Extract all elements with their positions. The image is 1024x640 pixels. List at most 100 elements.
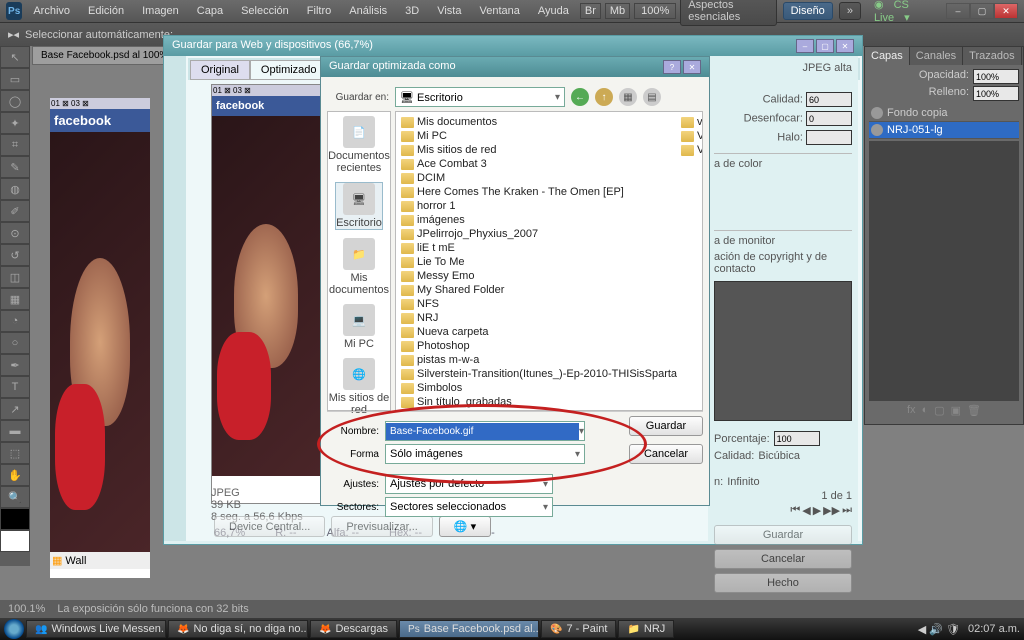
minibridge-icon[interactable]: Mb	[605, 3, 630, 19]
task-item[interactable]: Ps Base Facebook.psd al...	[399, 620, 539, 638]
menu-edicion[interactable]: Edición	[81, 3, 131, 19]
file-item[interactable]: Photoshop	[399, 339, 679, 353]
file-item[interactable]: Silverstein-Transition(Itunes_)-Ep-2010-…	[399, 367, 679, 381]
move-tool[interactable]: ↖	[0, 46, 30, 68]
menu-vista[interactable]: Vista	[430, 3, 468, 19]
crop-tool[interactable]: ⌗	[0, 134, 30, 156]
file-item[interactable]: JPelirrojo_Phyxius_2007	[399, 227, 679, 241]
minimize-button[interactable]: –	[946, 3, 970, 19]
menu-archivo[interactable]: Archivo	[26, 3, 77, 19]
fg-color[interactable]	[0, 508, 30, 530]
save-titlebar[interactable]: Guardar optimizada como ? ✕	[321, 57, 709, 77]
menu-filtro[interactable]: Filtro	[300, 3, 338, 19]
prev-icon[interactable]: ◀	[802, 504, 810, 517]
eyedropper-tool[interactable]: ✎	[0, 156, 30, 178]
zoom-tool[interactable]: 🔍	[0, 486, 30, 508]
sfw-done-button[interactable]: Hecho	[714, 573, 852, 593]
place-desktop[interactable]: 🖥Escritorio	[335, 182, 383, 230]
eye-icon[interactable]	[871, 124, 883, 136]
file-item[interactable]: liE t mE	[399, 241, 679, 255]
last-icon[interactable]: ⏭	[842, 504, 852, 517]
file-item[interactable]: Simbolos	[399, 381, 679, 395]
file-item[interactable]: imágenes	[399, 213, 679, 227]
halo-input[interactable]	[806, 130, 852, 145]
marquee-tool[interactable]: ▭	[0, 68, 30, 90]
zoom-level[interactable]: 100%	[634, 3, 676, 19]
lasso-tool[interactable]: ◯	[0, 90, 30, 112]
blur-tool[interactable]: ◔	[0, 310, 30, 332]
file-list[interactable]: Mis documentosMi PCMis sitios de redAce …	[395, 111, 703, 411]
path-tool[interactable]: ↗	[0, 398, 30, 420]
file-item[interactable]: Ace Combat 3	[399, 157, 679, 171]
tab-capas[interactable]: Capas	[865, 47, 910, 65]
quality-input[interactable]	[806, 92, 852, 107]
percent-input[interactable]	[774, 431, 820, 446]
folder-icon[interactable]: ▢	[934, 404, 944, 417]
location-combo[interactable]: 🖥 Escritorio	[395, 87, 565, 107]
file-item[interactable]: NFS	[399, 297, 679, 311]
task-item[interactable]: 📁 NRJ	[618, 620, 674, 638]
task-item[interactable]: 🎨 7 - Paint	[541, 620, 616, 638]
brush-tool[interactable]: ✐	[0, 200, 30, 222]
save-close[interactable]: ✕	[683, 60, 701, 74]
sfw-minimize[interactable]: –	[796, 39, 814, 53]
next-icon[interactable]: ▶▶	[823, 504, 840, 517]
file-item[interactable]: DCIM	[399, 171, 679, 185]
system-tray[interactable]: ◀ 🔊 🛡02:07 a.m.	[918, 623, 1020, 636]
file-item[interactable]: Sin título_grabadas	[399, 395, 679, 409]
3d-tool[interactable]: ⬚	[0, 442, 30, 464]
file-item[interactable]: horror 1	[399, 199, 679, 213]
view-menu-icon[interactable]: ▤	[643, 88, 661, 106]
hand-tool[interactable]: ✋	[0, 464, 30, 486]
opacity-input[interactable]	[973, 69, 1019, 84]
menu-3d[interactable]: 3D	[398, 3, 426, 19]
nombre-combo[interactable]	[385, 421, 585, 441]
more-workspaces[interactable]: »	[839, 2, 861, 20]
file-item[interactable]: Mis sitios de red	[399, 143, 679, 157]
menu-capa[interactable]: Capa	[190, 3, 230, 19]
layer-row[interactable]: Fondo copia	[869, 105, 1019, 122]
fx-icon[interactable]: fx	[907, 404, 916, 417]
heal-tool[interactable]: ◍	[0, 178, 30, 200]
guardar-button[interactable]: Guardar	[629, 416, 703, 436]
sfw-preview[interactable]: 01 ⊠ 03 ⊠ facebook	[211, 84, 321, 504]
maximize-button[interactable]: ▢	[970, 3, 994, 19]
file-item[interactable]: Lie To Me	[399, 255, 679, 269]
sfw-save-button[interactable]: Guardar	[714, 525, 852, 545]
place-network[interactable]: 🌐Mis sitios de red	[328, 358, 390, 416]
file-item[interactable]: Mi PC	[399, 129, 679, 143]
bg-color[interactable]	[0, 530, 30, 552]
tab-canales[interactable]: Canales	[910, 47, 963, 65]
file-item[interactable]: pistas m-w-a	[399, 353, 679, 367]
save-help[interactable]: ?	[663, 60, 681, 74]
bridge-icon[interactable]: Br	[580, 3, 601, 19]
trash-icon[interactable]: 🗑	[967, 404, 981, 417]
mask-icon[interactable]: ◐	[922, 404, 929, 417]
menu-ventana[interactable]: Ventana	[472, 3, 526, 19]
eraser-tool[interactable]: ◫	[0, 266, 30, 288]
menu-seleccion[interactable]: Selección	[234, 3, 296, 19]
sfw-maximize[interactable]: ▢	[816, 39, 834, 53]
cslive-button[interactable]: ◉ CS Live ▾	[867, 0, 940, 26]
design-button[interactable]: Diseño	[783, 2, 833, 20]
first-icon[interactable]: ⏮	[790, 504, 800, 517]
history-brush-tool[interactable]: ↺	[0, 244, 30, 266]
shape-tool[interactable]: ▬	[0, 420, 30, 442]
sfw-tab-optimizado[interactable]: Optimizado	[250, 60, 328, 80]
essentials-button[interactable]: Aspectos esenciales	[680, 0, 776, 26]
sfw-tab-original[interactable]: Original	[190, 60, 250, 80]
back-icon[interactable]: ←	[571, 88, 589, 106]
new-layer-icon[interactable]: ▣	[951, 404, 961, 417]
cancelar-button[interactable]: Cancelar	[629, 444, 703, 464]
file-item[interactable]: Mis documentos	[399, 115, 679, 129]
file-item[interactable]: My Shared Folder	[399, 283, 679, 297]
file-item[interactable]: Nueva carpeta	[399, 325, 679, 339]
tab-trazados[interactable]: Trazados	[963, 47, 1021, 65]
menu-analisis[interactable]: Análisis	[342, 3, 394, 19]
file-item[interactable]: Vector - Snow C	[679, 129, 703, 143]
type-tool[interactable]: T	[0, 376, 30, 398]
task-item[interactable]: 🦊 No diga sí, no diga no...	[168, 620, 308, 638]
wand-tool[interactable]: ✦	[0, 112, 30, 134]
canvas[interactable]: 01 ⊠ 03 ⊠ facebook ▦Wall	[50, 98, 150, 578]
pen-tool[interactable]: ✒	[0, 354, 30, 376]
